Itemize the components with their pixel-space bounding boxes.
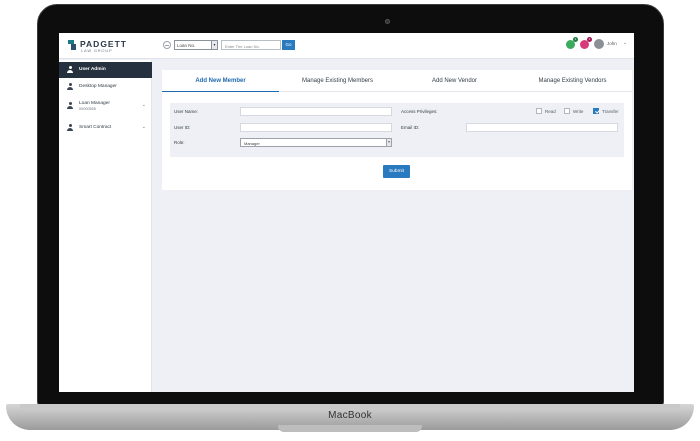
- read-checkbox[interactable]: [536, 108, 542, 114]
- sidebar-item-user-admin[interactable]: User Admin: [59, 62, 152, 78]
- avatar[interactable]: [594, 39, 604, 49]
- write-checkbox[interactable]: [564, 108, 570, 114]
- logo-mark-icon: [68, 40, 77, 50]
- sidebar-item-label: Smart Contract: [79, 125, 112, 130]
- laptop-hinge: [20, 404, 680, 409]
- sidebar-item-label: Desktop Manager: [79, 84, 117, 89]
- tab-add-new-vendor[interactable]: Add New Vendor: [396, 70, 513, 92]
- loan-number-input[interactable]: Enter The Loan No.: [221, 40, 281, 50]
- email-id-input[interactable]: [466, 123, 618, 132]
- chevron-down-icon: ⌄: [141, 124, 146, 130]
- laptop-notch: [278, 425, 422, 432]
- chevron-down-icon: ▾: [211, 41, 217, 49]
- chevron-down-icon: ⌄: [141, 102, 146, 108]
- submit-button[interactable]: Submit: [383, 165, 410, 178]
- email-id-label: Email ID:: [401, 125, 420, 130]
- sidebar-item-desktop-manager[interactable]: Desktop Manager: [59, 79, 152, 95]
- read-checkbox-label: Read: [545, 109, 556, 114]
- access-privileges-label: Access Privileges:: [401, 109, 438, 114]
- user-id-label: User ID:: [174, 125, 191, 130]
- notifications-count-badge: 1: [587, 37, 592, 42]
- user-menu-chevron-icon[interactable]: ⌄: [623, 40, 627, 46]
- logo-subtitle: LAW GROUP: [81, 48, 113, 53]
- loan-type-select[interactable]: Loan No. ▾: [174, 40, 218, 50]
- go-button[interactable]: Go: [282, 40, 295, 50]
- transfer-checkbox[interactable]: [593, 108, 599, 114]
- member-form: User Name: User ID: Role: Manager ▾ Acce…: [170, 103, 624, 157]
- sidebar-item-loan-manager[interactable]: Loan Manager 00000555 ⌄: [59, 98, 152, 118]
- role-value: Manager: [244, 141, 260, 146]
- tab-bar: Add New Member Manage Existing Members A…: [162, 70, 632, 92]
- sidebar-item-label: Loan Manager: [79, 101, 110, 106]
- role-label: Role:: [174, 140, 185, 145]
- notifications-icon[interactable]: 1: [580, 37, 592, 49]
- user-icon: [67, 124, 73, 131]
- user-name-label: User Name:: [174, 109, 199, 114]
- user-icon: [67, 66, 73, 73]
- role-select[interactable]: Manager ▾: [240, 138, 392, 147]
- user-icon: [67, 102, 73, 109]
- top-bar: PADGETT LAW GROUP Loan No. ▾ Enter The L…: [59, 33, 634, 59]
- messages-count-badge: 1: [573, 37, 578, 42]
- laptop-brand-label: MacBook: [328, 410, 372, 421]
- company-logo[interactable]: PADGETT LAW GROUP: [68, 39, 138, 55]
- user-id-input[interactable]: [240, 123, 392, 132]
- transfer-checkbox-label: Transfer: [602, 109, 619, 114]
- app-screen: PADGETT LAW GROUP Loan No. ▾ Enter The L…: [59, 33, 634, 392]
- menu-toggle-icon[interactable]: [163, 41, 171, 49]
- loan-type-value: Loan No.: [177, 43, 196, 48]
- sidebar-item-label: User Admin: [79, 67, 106, 72]
- user-name[interactable]: John: [607, 41, 617, 46]
- main-content-card: Add New Member Manage Existing Members A…: [162, 70, 632, 190]
- user-name-input[interactable]: [240, 107, 392, 116]
- tab-add-new-member[interactable]: Add New Member: [162, 70, 279, 92]
- laptop-frame: MacBook PADGETT LAW GROUP Loan No. ▾ Ent…: [0, 0, 700, 441]
- write-checkbox-label: Write: [573, 109, 584, 114]
- sidebar-item-sublabel: 00000555: [79, 107, 96, 111]
- sidebar-item-smart-contract[interactable]: Smart Contract ⌄: [59, 120, 152, 136]
- user-icon: [67, 83, 73, 90]
- messages-icon[interactable]: 1: [566, 37, 578, 49]
- camera-icon: [385, 19, 390, 24]
- chevron-down-icon: ▾: [386, 139, 391, 146]
- sidebar: User Admin Desktop Manager Loan Manager …: [59, 60, 152, 392]
- tab-manage-existing-vendors[interactable]: Manage Existing Vendors: [513, 70, 632, 92]
- tab-manage-existing-members[interactable]: Manage Existing Members: [279, 70, 396, 92]
